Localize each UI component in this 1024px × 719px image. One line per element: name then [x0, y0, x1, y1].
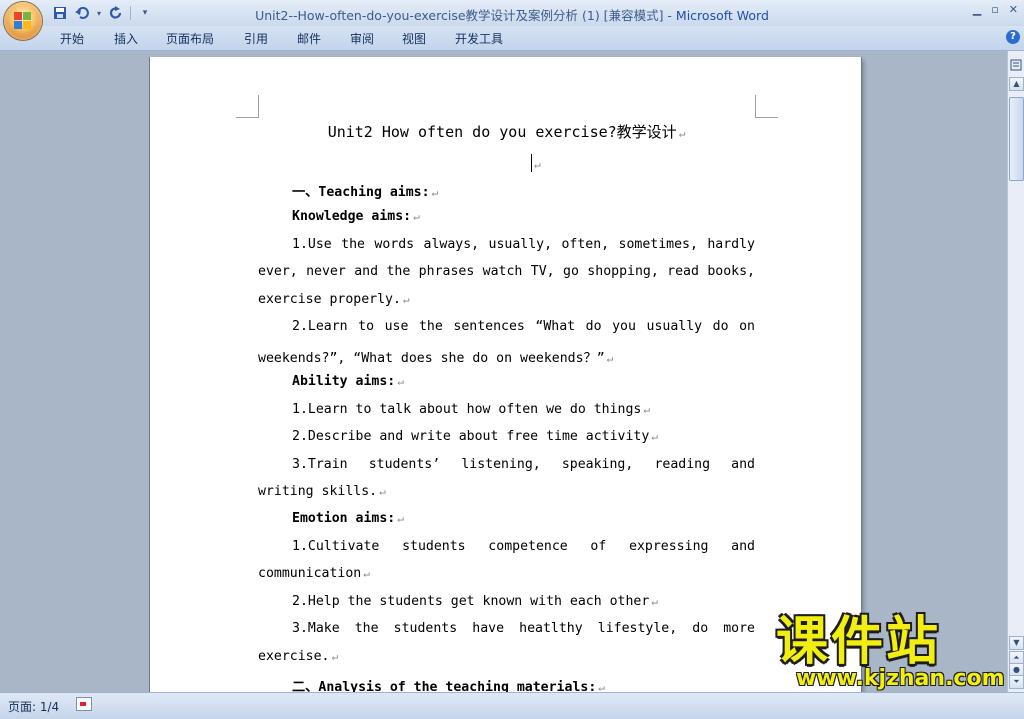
view-ruler-icon[interactable] — [1010, 59, 1022, 71]
next-page-button[interactable]: ⏷ — [1009, 675, 1024, 689]
minimize-button[interactable]: ▁ — [973, 3, 981, 16]
text-line: writing skills. ↵ — [258, 484, 386, 499]
text-line: 2.Help the students get known with each … — [292, 594, 658, 609]
close-button[interactable]: ✕ — [1009, 3, 1018, 16]
title-separator: - — [663, 8, 676, 23]
proofing-icon[interactable] — [76, 697, 92, 711]
window-title: Unit2--How-often-do-you-exercise教学设计及案例分… — [0, 5, 1024, 24]
text-line: 1.Learn to talk about how often we do th… — [292, 402, 650, 417]
text-line: weekends?”, “What does she do on weekend… — [258, 351, 614, 366]
subheading-ability-aims: Ability aims: ↵ — [292, 374, 404, 389]
text-line: ever, never and the phrases watch TV, go… — [258, 264, 755, 279]
text-line: 1.Cultivate students competence of expre… — [292, 539, 755, 554]
scroll-up-button[interactable]: ▲ — [1009, 77, 1024, 91]
help-icon[interactable]: ? — [1006, 30, 1020, 44]
ribbon-tab-bar: 开始 插入 页面布局 引用 邮件 审阅 视图 开发工具 ? — [0, 26, 1024, 51]
document-title: Unit2 How often do you exercise?教学设计 ↵ — [327, 123, 686, 141]
document-page[interactable]: Unit2 How often do you exercise?教学设计 ↵ ↵ … — [150, 57, 861, 692]
tab-home[interactable]: 开始 — [60, 30, 84, 47]
tab-insert[interactable]: 插入 — [114, 30, 138, 47]
tab-page-layout[interactable]: 页面布局 — [166, 30, 214, 47]
text-line: 2.Learn to use the sentences “What do yo… — [292, 319, 755, 334]
heading-analysis: 二、Analysis of the teaching materials: ↵ — [292, 680, 605, 692]
text-line: 2.Describe and write about free time act… — [292, 429, 658, 444]
heading-teaching-aims: 一、Teaching aims: ↵ — [292, 185, 439, 200]
title-bar: ▾ ▾ Unit2--How-often-do-you-exercise教学设计… — [0, 0, 1024, 26]
text-line: 3.Train students’ listening, speaking, r… — [292, 457, 755, 472]
text-line: exercise. ↵ — [258, 649, 339, 664]
document-name: Unit2--How-often-do-you-exercise教学设计及案例分… — [255, 8, 664, 23]
scroll-down-button[interactable]: ▼ — [1009, 636, 1024, 650]
document-workspace: Unit2 How often do you exercise?教学设计 ↵ ↵ … — [0, 51, 1007, 692]
office-logo-icon — [14, 12, 32, 30]
text-line: communication ↵ — [258, 566, 370, 581]
tab-developer[interactable]: 开发工具 — [455, 30, 503, 47]
page-indicator[interactable]: 页面: 1/4 — [8, 698, 59, 715]
tab-view[interactable]: 视图 — [402, 30, 426, 47]
empty-paragraph-mark: ↵ — [534, 158, 541, 171]
margin-corner-top-left — [236, 95, 259, 118]
text-cursor — [531, 154, 532, 172]
tab-references[interactable]: 引用 — [244, 30, 268, 47]
scroll-thumb[interactable] — [1009, 97, 1024, 181]
watermark-logo: 课件站 www.kjzhan.com — [776, 612, 1005, 691]
margin-corner-top-right — [755, 95, 778, 118]
watermark-title: 课件站 — [776, 612, 942, 672]
text-line: 1.Use the words always, usually, often, … — [292, 237, 755, 252]
tab-mailings[interactable]: 邮件 — [297, 30, 321, 47]
subheading-emotion-aims: Emotion aims: ↵ — [292, 511, 404, 526]
app-name: Microsoft Word — [675, 8, 769, 23]
text-line: 3.Make the students have heatlthy lifest… — [292, 621, 755, 636]
subheading-knowledge-aims: Knowledge aims: ↵ — [292, 209, 420, 224]
tab-review[interactable]: 审阅 — [350, 30, 374, 47]
vertical-scrollbar[interactable]: ▲ ▼ ⏶ ● ⏷ — [1007, 51, 1024, 692]
office-button[interactable] — [4, 2, 42, 40]
text-line: exercise properly. ↵ — [258, 292, 410, 307]
window-controls: ▁ ▫ ✕ — [973, 3, 1018, 16]
restore-button[interactable]: ▫ — [991, 3, 998, 16]
status-bar: 页面: 1/4 — [0, 692, 1024, 719]
watermark-url: www.kjzhan.com — [796, 666, 1005, 691]
